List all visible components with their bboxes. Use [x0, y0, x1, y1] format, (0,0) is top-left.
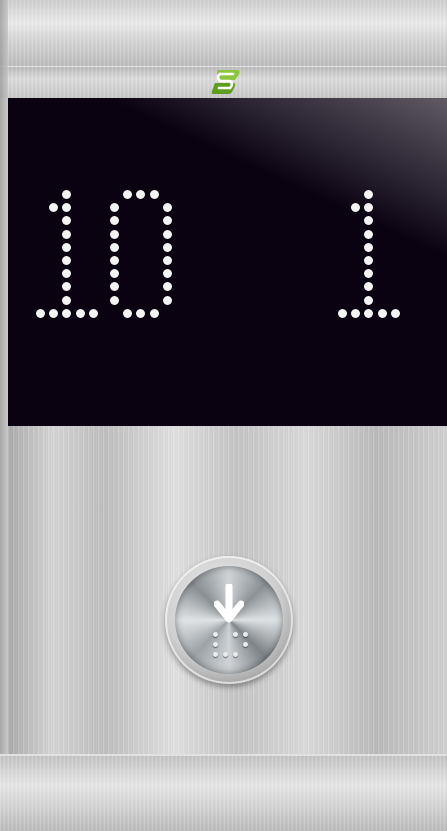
display-dot	[364, 229, 374, 239]
display-dot	[49, 308, 59, 318]
display-dot	[364, 295, 374, 305]
display-dot	[162, 295, 172, 305]
down-arrow-icon	[214, 584, 244, 623]
display-dot	[390, 308, 400, 318]
bottom-steel-band	[0, 754, 447, 831]
display-dot	[88, 308, 98, 318]
floor-indicator-display	[8, 98, 447, 426]
display-dot	[377, 308, 387, 318]
button-face[interactable]	[175, 566, 283, 674]
display-dot	[110, 256, 119, 265]
display-dot	[149, 190, 159, 199]
top-steel-band	[0, 0, 447, 66]
panel-edge	[0, 0, 8, 831]
brand-logo-icon	[211, 70, 240, 94]
display-dot	[123, 308, 133, 318]
call-down-button[interactable]	[165, 556, 293, 684]
display-dot	[162, 242, 172, 252]
display-dot	[162, 269, 172, 279]
display-dot	[162, 203, 172, 213]
display-glare	[8, 98, 447, 426]
display-dot	[62, 229, 72, 239]
display-dot	[36, 308, 45, 318]
display-dot	[110, 242, 119, 252]
display-dot	[75, 308, 85, 318]
elevator-panel: 10 1	[0, 0, 447, 831]
display-dot	[110, 229, 119, 239]
display-dot	[149, 308, 159, 318]
display-dot	[62, 295, 72, 305]
display-dot	[351, 308, 361, 318]
display-dot	[110, 295, 119, 305]
braille-dots-icon	[211, 630, 251, 666]
display-dot	[162, 229, 172, 239]
display-dot	[338, 308, 347, 318]
display-dot	[162, 256, 172, 265]
